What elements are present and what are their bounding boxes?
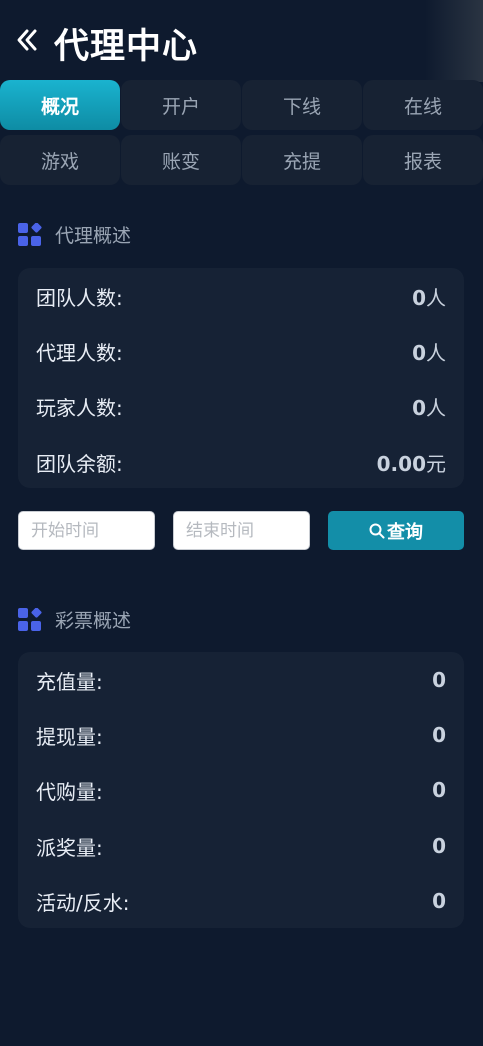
stat-row-player-count: 玩家人数: 0人 xyxy=(36,391,446,421)
stat-value: 0 xyxy=(412,285,426,310)
stat-label: 活动/反水: xyxy=(36,890,130,915)
stat-value: 0 xyxy=(412,395,426,420)
stat-label: 派奖量: xyxy=(36,835,103,860)
stat-value: 0 xyxy=(432,889,446,913)
stat-value: 0 xyxy=(412,340,426,365)
tab-online[interactable]: 在线 xyxy=(363,80,483,130)
stat-label: 代购量: xyxy=(36,779,103,804)
lottery-overview-card: 充值量: 0 提现量: 0 代购量: 0 派奖量: 0 活动/反水: 0 xyxy=(18,652,464,928)
stat-label: 提现量: xyxy=(36,724,103,749)
agent-overview-heading: 代理概述 xyxy=(18,221,131,248)
query-button[interactable]: 查询 xyxy=(328,511,464,550)
stat-value: 0.00 xyxy=(376,451,426,476)
dashboard-icon xyxy=(18,222,42,246)
query-button-label: 查询 xyxy=(387,521,423,543)
chevron-double-left-icon[interactable] xyxy=(14,25,40,55)
stat-row-payout: 派奖量: 0 xyxy=(36,831,446,861)
stat-label: 充值量: xyxy=(36,669,103,694)
stat-label: 代理人数: xyxy=(36,340,123,365)
tab-downline[interactable]: 下线 xyxy=(242,80,362,130)
stat-row-rebate: 活动/反水: 0 xyxy=(36,886,446,916)
page-title: 代理中心 xyxy=(54,27,199,67)
stat-row-purchase: 代购量: 0 xyxy=(36,775,446,805)
stat-label: 团队人数: xyxy=(36,285,123,310)
lottery-overview-heading: 彩票概述 xyxy=(18,606,131,633)
stat-row-team-balance: 团队余额: 0.00元 xyxy=(36,447,446,477)
search-icon xyxy=(369,523,385,538)
stat-row-agent-count: 代理人数: 0人 xyxy=(36,336,446,366)
end-date-input[interactable] xyxy=(173,511,310,550)
tab-account-changes[interactable]: 账变 xyxy=(121,135,241,185)
tab-bar: 概况 开户 下线 在线 游戏 账变 充提 报表 xyxy=(0,80,483,185)
stat-value: 0 xyxy=(432,723,446,747)
tab-games[interactable]: 游戏 xyxy=(0,135,120,185)
stat-row-deposit: 充值量: 0 xyxy=(36,665,446,695)
stat-unit: 人 xyxy=(426,395,446,420)
tab-deposit-withdraw[interactable]: 充提 xyxy=(242,135,362,185)
stat-unit: 人 xyxy=(426,340,446,365)
tab-reports[interactable]: 报表 xyxy=(363,135,483,185)
stat-label: 玩家人数: xyxy=(36,395,123,420)
stat-unit: 元 xyxy=(426,451,446,476)
stat-value: 0 xyxy=(432,668,446,692)
tab-open-account[interactable]: 开户 xyxy=(121,80,241,130)
stat-row-withdraw: 提现量: 0 xyxy=(36,720,446,750)
start-date-input[interactable] xyxy=(18,511,155,550)
stat-row-team-count: 团队人数: 0人 xyxy=(36,281,446,311)
tab-overview[interactable]: 概况 xyxy=(0,80,120,130)
dashboard-icon xyxy=(18,607,42,631)
lottery-overview-title: 彩票概述 xyxy=(55,610,132,632)
stat-value: 0 xyxy=(432,778,446,802)
agent-overview-title: 代理概述 xyxy=(55,225,132,247)
agent-overview-card: 团队人数: 0人 代理人数: 0人 玩家人数: 0人 团队余额: 0.00元 xyxy=(18,268,464,488)
stat-value: 0 xyxy=(432,834,446,858)
stat-label: 团队余额: xyxy=(36,451,123,476)
stat-unit: 人 xyxy=(426,285,446,310)
app-header: 代理中心 xyxy=(0,0,483,82)
